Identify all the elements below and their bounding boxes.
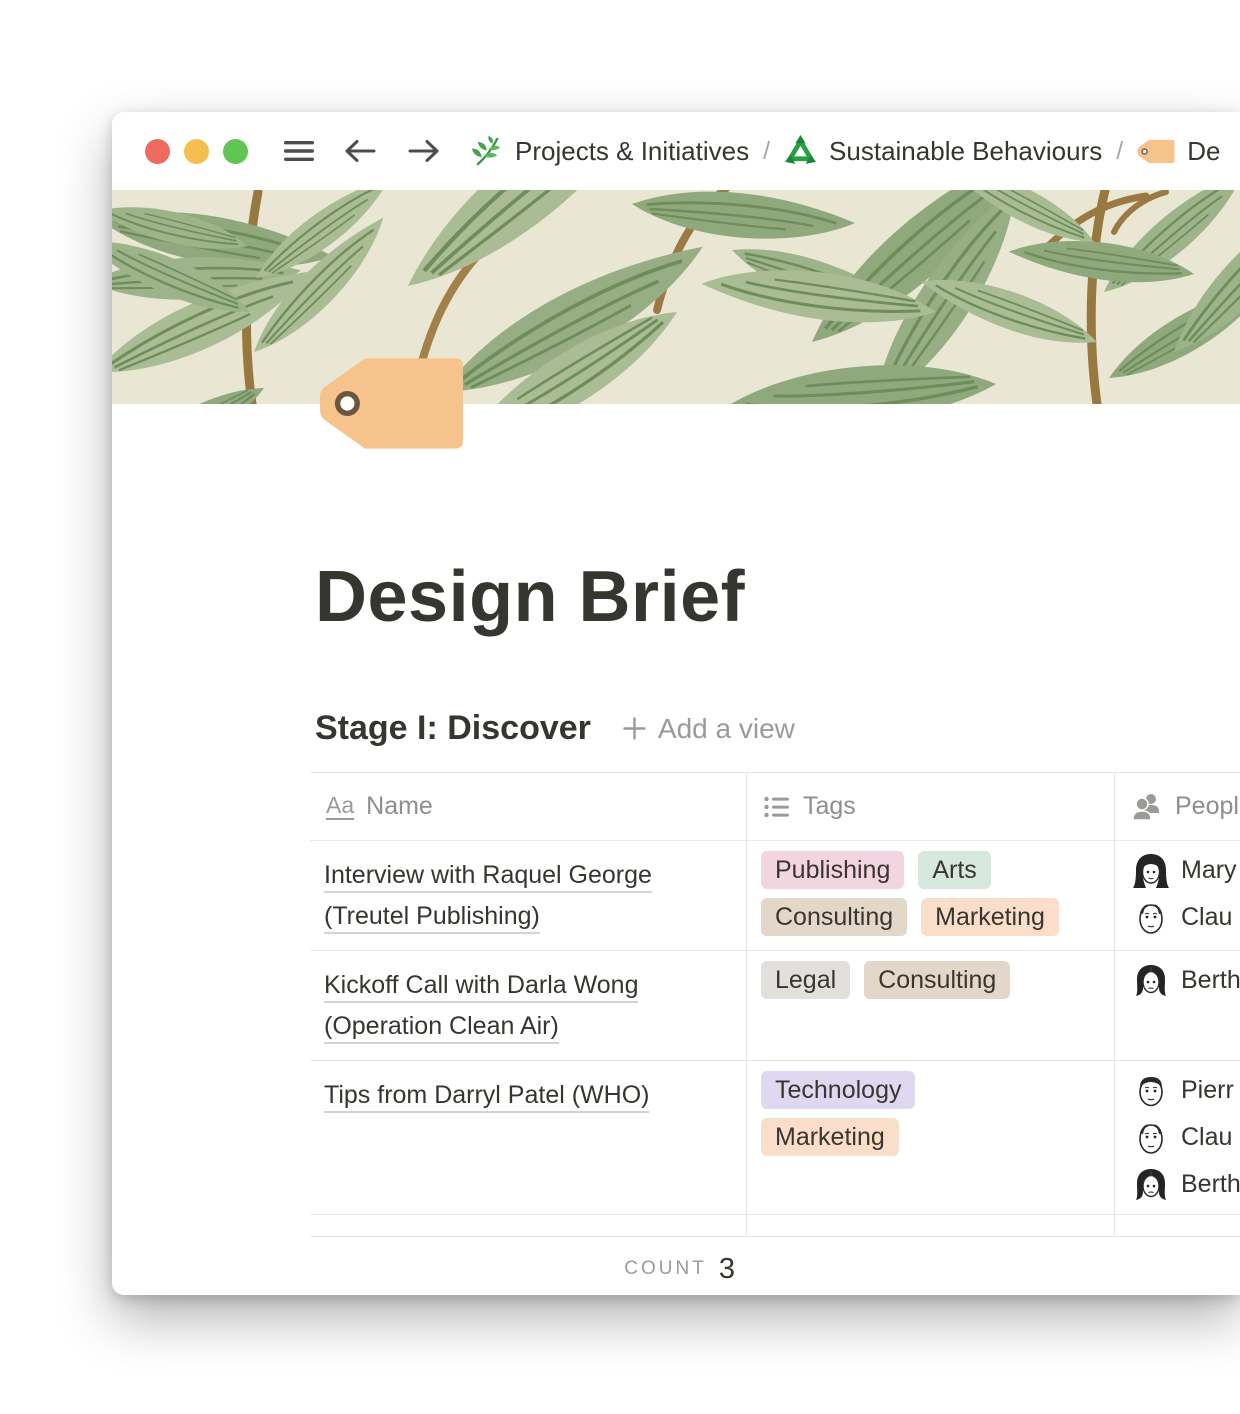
list-icon [763,793,791,821]
table-row: Kickoff Call with Darla Wong (Operation … [310,951,1240,1061]
tag-pill[interactable]: Marketing [761,1118,899,1156]
column-label: People [1175,792,1240,821]
person-chip[interactable]: Berth [1133,1161,1240,1208]
avatar [1133,963,1169,999]
tag-pill[interactable]: Marketing [921,898,1059,936]
cell-name: Interview with Raquel George (Treutel Pu… [310,841,747,950]
page-title[interactable]: Design Brief [315,556,745,638]
column-header-tags[interactable]: Tags [747,773,1115,840]
breadcrumb-label: Sustainable Behaviours [829,136,1102,167]
tag-pill[interactable]: Consulting [864,961,1010,999]
table-row: Interview with Raquel George (Treutel Pu… [310,841,1240,951]
person-name: Clau [1181,903,1232,932]
table-row: Tips from Darryl Patel (WHO) Technology … [310,1061,1240,1215]
person-name: Clau [1181,1123,1232,1152]
avatar [1133,1120,1169,1156]
person-chip[interactable]: Clau [1133,1114,1240,1161]
database-table: Aa Name Tags People Interview with Raque… [310,772,1240,1295]
back-arrow-icon[interactable] [340,135,380,167]
plus-icon [621,715,648,742]
notion-window: Projects & Initiatives / Sustainable Beh… [112,112,1240,1295]
column-header-name[interactable]: Aa Name [310,773,747,840]
person-chip[interactable]: Pierr [1133,1067,1240,1114]
add-view-label: Add a view [658,713,795,745]
breadcrumb-item-sustainable[interactable]: Sustainable Behaviours [784,135,1102,168]
avatar [1133,900,1169,936]
window-topbar: Projects & Initiatives / Sustainable Beh… [112,112,1240,190]
page-link[interactable]: Kickoff Call with Darla Wong (Operation … [324,971,638,1044]
cell-name: Kickoff Call with Darla Wong (Operation … [310,951,747,1060]
breadcrumb-label: Projects & Initiatives [515,136,749,167]
column-label: Name [366,792,433,821]
page-link[interactable]: Interview with Raquel George (Treutel Pu… [324,861,652,934]
text-property-icon: Aa [326,794,354,820]
count-value: 3 [719,1253,735,1286]
person-chip[interactable]: Mary [1133,847,1240,894]
breadcrumb-separator: / [1116,137,1123,166]
table-footer: COUNT 3 [310,1237,1240,1295]
cell-people[interactable]: Berth [1115,951,1240,1060]
close-window-button[interactable] [145,139,170,164]
tag-icon [1137,139,1175,164]
page-cover-image[interactable] [112,190,1240,404]
minimize-window-button[interactable] [184,139,209,164]
cell-tags[interactable]: Legal Consulting [747,951,1115,1060]
avatar [1133,853,1169,889]
add-view-button[interactable]: Add a view [621,713,795,745]
cell-people[interactable]: Pierr Clau Berth [1115,1061,1240,1214]
breadcrumb-label: De [1187,136,1220,167]
breadcrumb-item-design-brief[interactable]: De [1137,136,1220,167]
person-name: Berth [1181,1170,1240,1199]
person-chip[interactable]: Clau [1133,894,1240,941]
person-name: Mary [1181,856,1237,885]
person-name: Pierr [1181,1076,1234,1105]
tag-pill[interactable]: Legal [761,961,850,999]
tag-pill[interactable]: Arts [918,851,990,889]
avatar [1133,1167,1169,1203]
cell-people[interactable]: Mary Clau [1115,841,1240,950]
tag-pill[interactable]: Technology [761,1071,915,1109]
cell-name: Tips from Darryl Patel (WHO) [310,1061,747,1214]
count-label: COUNT [624,1258,707,1280]
page-icon-tag[interactable] [318,356,465,451]
recycle-icon [784,135,817,168]
tag-pill[interactable]: Publishing [761,851,904,889]
avatar [1133,1073,1169,1109]
breadcrumb-separator: / [763,137,770,166]
count-calculation[interactable]: COUNT 3 [310,1237,747,1295]
tag-pill[interactable]: Consulting [761,898,907,936]
breadcrumb-item-projects[interactable]: Projects & Initiatives [472,136,749,167]
person-chip[interactable]: Berth [1133,957,1240,1004]
page-link[interactable]: Tips from Darryl Patel (WHO) [324,1081,649,1113]
cell-tags[interactable]: Technology Marketing [747,1061,1115,1214]
person-name: Berth [1181,966,1240,995]
cell-tags[interactable]: Publishing Arts Consulting Marketing [747,841,1115,950]
sidebar-menu-icon[interactable] [282,138,316,164]
herb-icon [472,136,503,167]
view-tab-stage-1[interactable]: Stage I: Discover [315,709,591,748]
column-label: Tags [803,792,856,821]
new-row-strip[interactable] [310,1215,1240,1237]
table-header-row: Aa Name Tags People [310,772,1240,841]
people-icon [1131,791,1163,823]
zoom-window-button[interactable] [223,139,248,164]
forward-arrow-icon[interactable] [404,135,444,167]
column-header-people[interactable]: People [1115,773,1240,840]
view-header: Stage I: Discover Add a view [315,709,795,748]
